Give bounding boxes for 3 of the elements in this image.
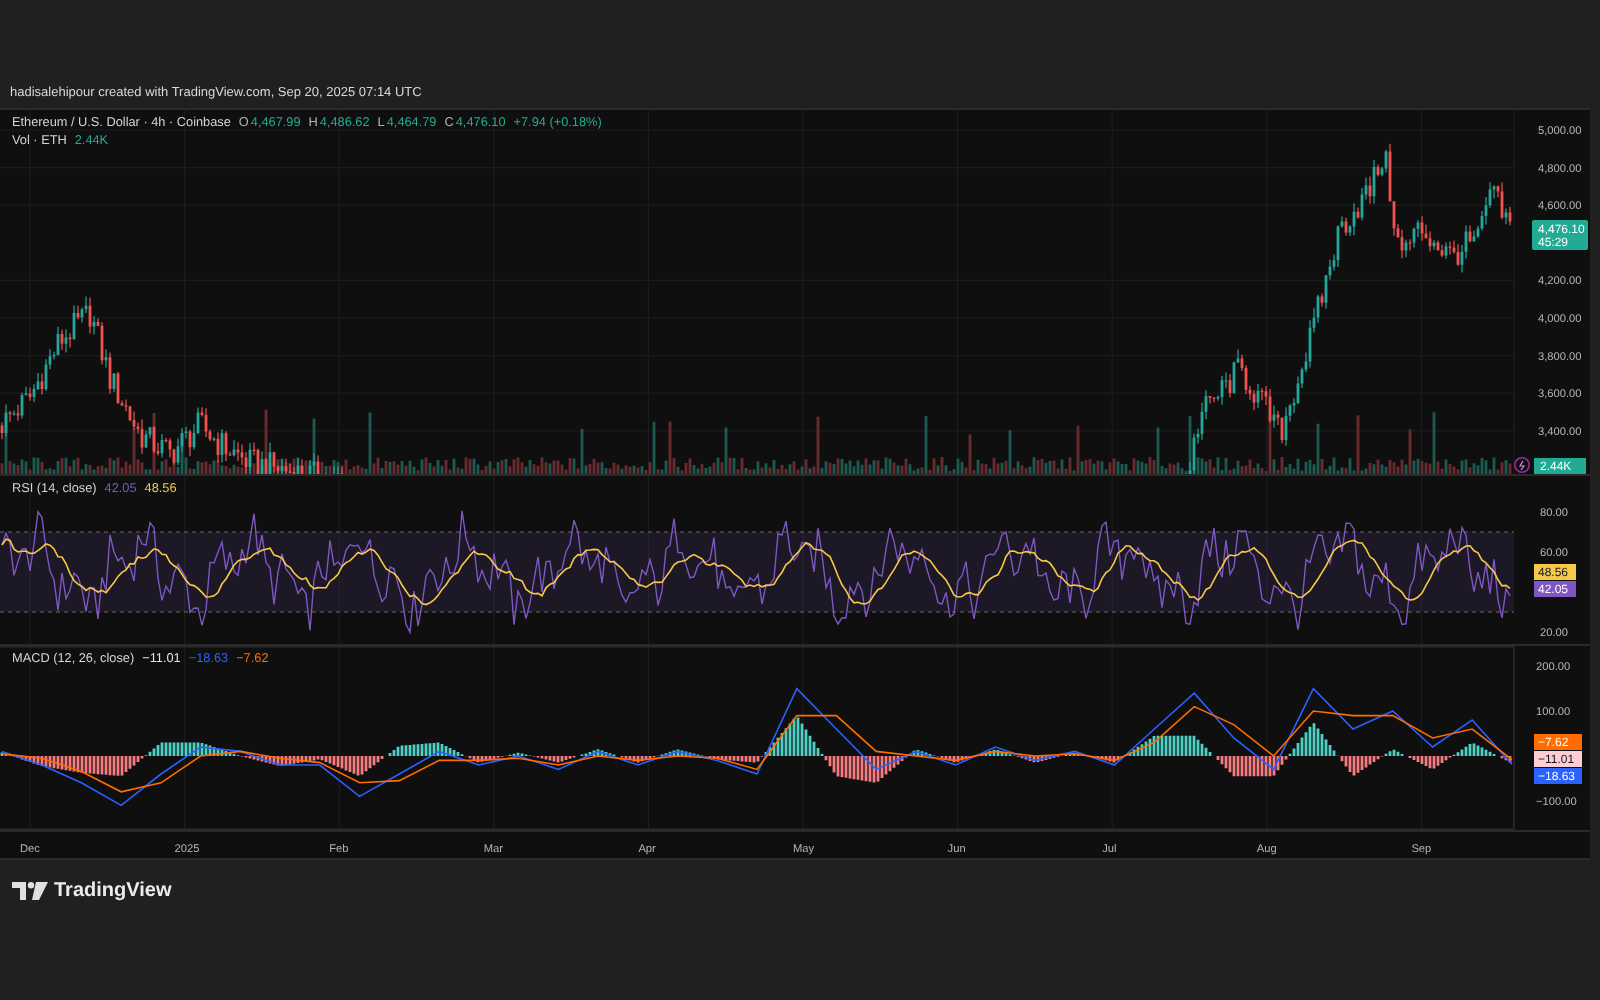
- circle-marker-icon: [1514, 457, 1530, 473]
- logo-icon: [12, 882, 48, 900]
- logo-text: TradingView: [54, 880, 172, 902]
